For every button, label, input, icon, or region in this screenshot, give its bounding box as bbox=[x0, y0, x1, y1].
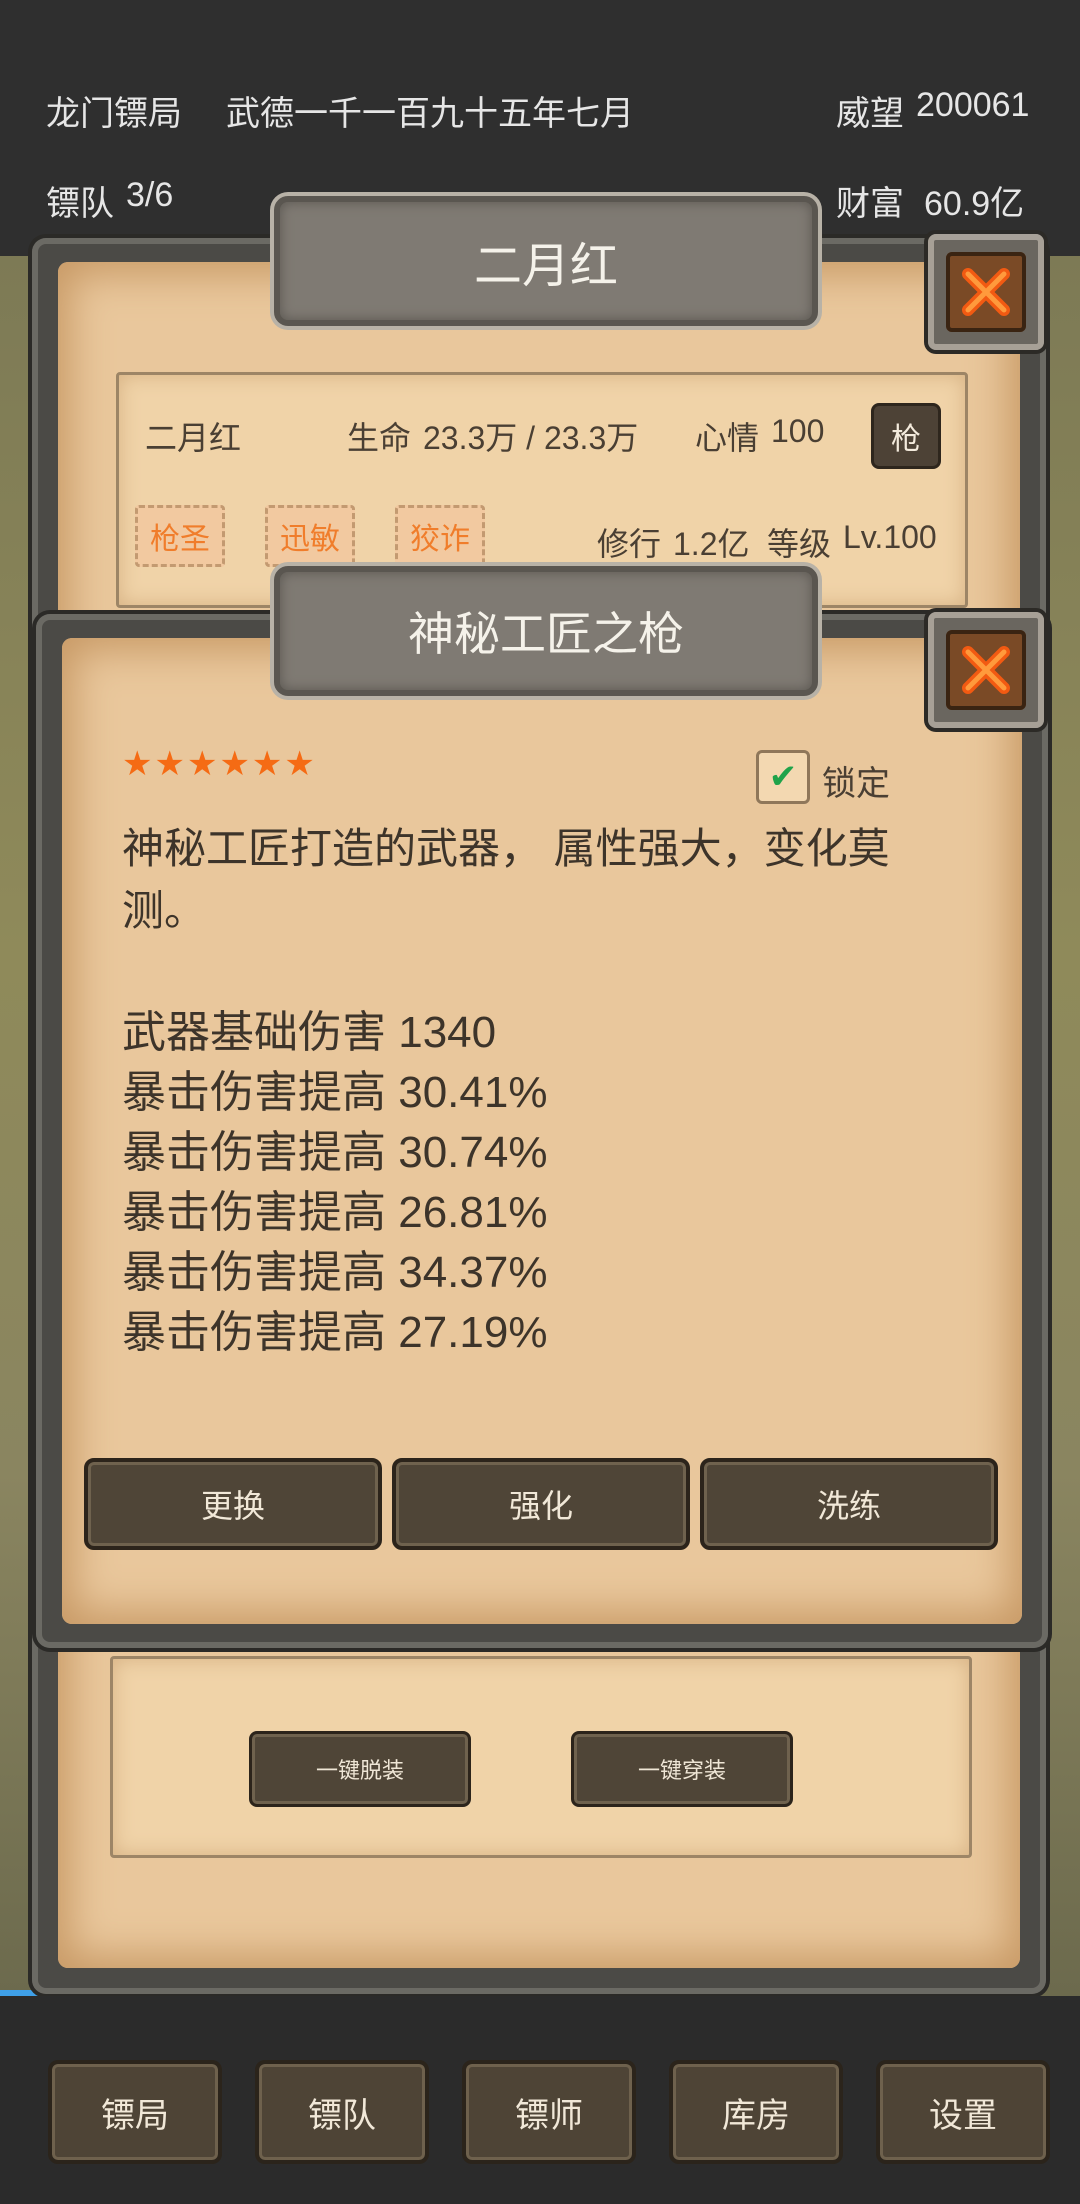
wealth-value: 60.9亿 bbox=[924, 185, 1025, 223]
cultivation-label: 修行 bbox=[597, 526, 662, 562]
unequip-all-button[interactable]: 一键脱装 bbox=[249, 1731, 471, 1807]
close-icon bbox=[946, 630, 1026, 710]
equip-actions-box: 一键脱装 一键穿装 bbox=[110, 1656, 972, 1858]
mood-value: 100 bbox=[771, 413, 825, 449]
hp-value: 23.3万 / 23.3万 bbox=[423, 420, 639, 456]
refine-button[interactable]: 洗练 bbox=[700, 1458, 998, 1550]
stat-line-3: 暴击伤害提高 30.74% bbox=[122, 1128, 548, 1177]
character-title: 二月红 bbox=[473, 240, 618, 293]
level-label: 等级 bbox=[767, 526, 832, 562]
item-rarity-stars: ★★★★★★ bbox=[122, 745, 317, 783]
nav-warehouse[interactable]: 库房 bbox=[669, 2060, 843, 2164]
weapon-type-badge[interactable]: 枪 bbox=[871, 403, 941, 469]
nav-settings[interactable]: 设置 bbox=[876, 2060, 1050, 2164]
checkmark-icon: ✔ bbox=[768, 758, 798, 796]
stat-line-4: 暴击伤害提高 26.81% bbox=[122, 1188, 548, 1237]
stat-line-6: 暴击伤害提高 27.19% bbox=[122, 1308, 548, 1357]
bottom-navigation: 镖局 镖队 镖师 库房 设置 bbox=[0, 1996, 1080, 2204]
company-name: 龙门镖局 bbox=[46, 95, 182, 133]
hp-label: 生命 bbox=[347, 420, 412, 456]
lock-label: 锁定 bbox=[822, 765, 890, 803]
stat-line-1: 武器基础伤害 1340 bbox=[122, 1008, 497, 1057]
stat-line-2: 暴击伤害提高 30.41% bbox=[122, 1068, 548, 1117]
trait-tag-1: 枪圣 bbox=[135, 505, 225, 567]
nav-escort-bureau[interactable]: 镖局 bbox=[48, 2060, 222, 2164]
item-description: 神秘工匠打造的武器， 属性强大，变化莫测。 bbox=[122, 825, 890, 934]
trait-tag-2: 迅敏 bbox=[265, 505, 355, 567]
close-character-button[interactable] bbox=[928, 234, 1044, 350]
trait-tag-3: 狡诈 bbox=[395, 505, 485, 567]
equip-all-button[interactable]: 一键穿装 bbox=[571, 1731, 793, 1807]
stat-line-5: 暴击伤害提高 34.37% bbox=[122, 1248, 548, 1297]
lock-checkbox[interactable]: ✔ bbox=[756, 750, 810, 804]
item-title: 神秘工匠之枪 bbox=[408, 608, 684, 660]
mood-label: 心情 bbox=[695, 420, 760, 456]
game-date: 武德一千一百九十五年七月 bbox=[226, 95, 634, 133]
team-label: 镖队 bbox=[46, 185, 114, 223]
nav-escort-master[interactable]: 镖师 bbox=[462, 2060, 636, 2164]
enhance-button[interactable]: 强化 bbox=[392, 1458, 690, 1550]
level-value: Lv.100 bbox=[843, 519, 937, 555]
cultivation-value: 1.2亿 bbox=[673, 526, 750, 562]
team-value: 3/6 bbox=[126, 176, 174, 214]
prestige-label: 威望 bbox=[836, 95, 904, 133]
replace-button[interactable]: 更换 bbox=[84, 1458, 382, 1550]
character-title-plate: 二月红 bbox=[274, 196, 818, 326]
character-name: 二月红 bbox=[145, 420, 242, 456]
prestige-value: 200061 bbox=[916, 86, 1030, 124]
item-title-plate: 神秘工匠之枪 bbox=[274, 566, 818, 696]
close-item-button[interactable] bbox=[928, 612, 1044, 728]
close-icon bbox=[946, 252, 1026, 332]
nav-escort-team[interactable]: 镖队 bbox=[255, 2060, 429, 2164]
wealth-label: 财富 bbox=[836, 185, 904, 223]
